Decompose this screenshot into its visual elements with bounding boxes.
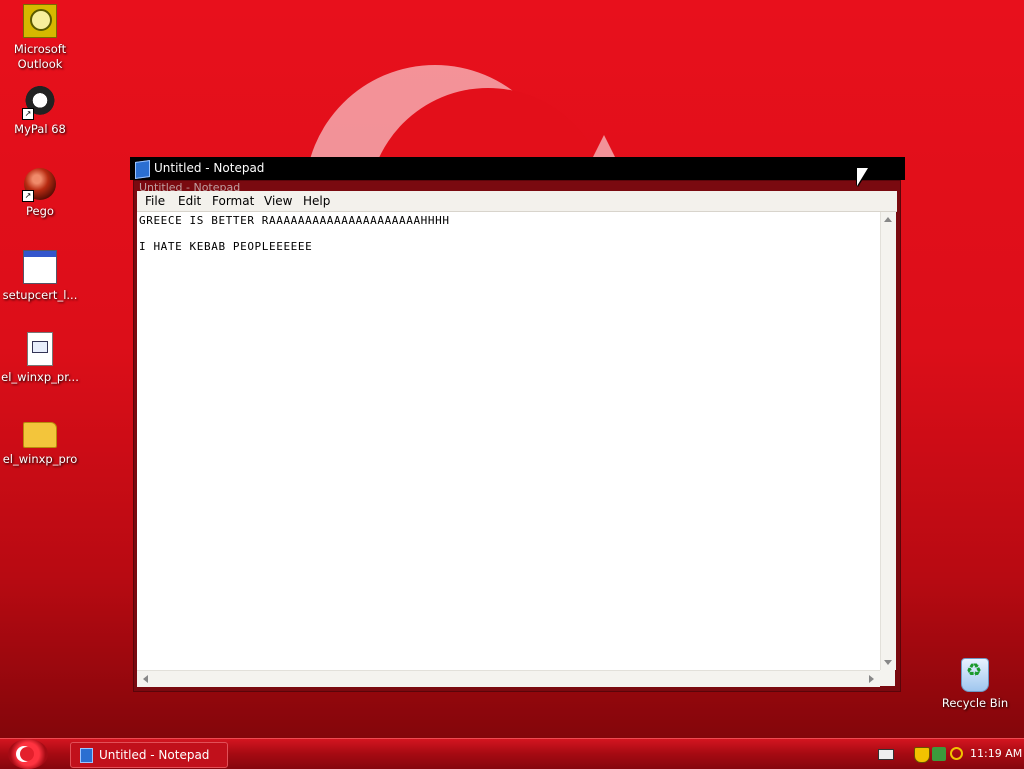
- desktop-icon-setupcert[interactable]: setupcert_l...: [0, 250, 80, 303]
- desktop-icon-pego[interactable]: ↗ Pego: [0, 168, 80, 219]
- notepad-icon: [80, 748, 93, 763]
- desktop-icon-label: Recycle Bin: [941, 696, 1009, 710]
- window-frame: Untitled - Notepad File Edit Format View…: [133, 180, 901, 692]
- document-icon: [27, 332, 53, 366]
- desktop-icon-winxp-doc[interactable]: el_winxp_pr...: [0, 332, 80, 385]
- desktop-icon-winxp-folder[interactable]: el_winxp_pro: [0, 414, 80, 467]
- editor-line: I HATE KEBAB PEOPLEEEEEE: [139, 240, 313, 253]
- crescent-icon: [16, 746, 34, 762]
- horizontal-scrollbar[interactable]: [137, 670, 880, 687]
- clock[interactable]: 11:19 AM: [970, 747, 1022, 760]
- editor-line: GREECE IS BETTER RAAAAAAAAAAAAAAAAAAAAAH…: [139, 214, 450, 227]
- window-titlebar[interactable]: Untitled - Notepad: [130, 157, 905, 180]
- pego-icon: ↗: [22, 168, 56, 202]
- menu-help[interactable]: Help: [299, 193, 334, 209]
- menu-format[interactable]: Format: [208, 193, 258, 209]
- taskbar-button-notepad[interactable]: Untitled - Notepad: [70, 742, 228, 768]
- mouse-cursor-icon: [857, 168, 868, 186]
- menu-file[interactable]: File: [141, 193, 169, 209]
- size-grip[interactable]: [880, 670, 895, 686]
- shortcut-arrow-icon: ↗: [22, 190, 34, 202]
- search-icon[interactable]: [950, 747, 963, 760]
- vertical-scrollbar[interactable]: [880, 212, 896, 670]
- desktop-icon-label: Microsoft Outlook: [13, 42, 67, 71]
- scroll-left-icon[interactable]: [143, 675, 148, 683]
- desktop-icon-recycle-bin[interactable]: Recycle Bin: [935, 658, 1015, 711]
- security-shield-icon[interactable]: [914, 747, 930, 763]
- keyboard-icon[interactable]: [878, 749, 894, 760]
- network-icon[interactable]: [932, 747, 946, 761]
- start-button[interactable]: [8, 739, 48, 769]
- desktop-icon-mypal[interactable]: ↗ MyPal 68: [0, 86, 80, 137]
- wallpaper-star: [592, 135, 616, 159]
- desktop-icon-label: setupcert_l...: [2, 288, 78, 302]
- desktop-icon-label: el_winxp_pr...: [1, 370, 79, 384]
- folder-icon: [23, 422, 57, 448]
- desktop-icon-outlook[interactable]: Microsoft Outlook: [0, 4, 80, 72]
- scroll-down-icon[interactable]: [884, 660, 892, 665]
- text-editor[interactable]: GREECE IS BETTER RAAAAAAAAAAAAAAAAAAAAAH…: [137, 212, 880, 670]
- shortcut-arrow-icon: ↗: [22, 108, 34, 120]
- desktop-icon-label: MyPal 68: [14, 122, 66, 136]
- ghost-title: Untitled - Notepad: [139, 181, 241, 191]
- menu-view[interactable]: View: [260, 193, 296, 209]
- scroll-up-icon[interactable]: [884, 217, 892, 222]
- system-tray: 11:19 AM: [868, 739, 1024, 769]
- outlook-icon: [23, 4, 57, 38]
- setup-exe-icon: [23, 250, 57, 284]
- mypal-icon: ↗: [22, 86, 56, 120]
- taskbar-button-label: Untitled - Notepad: [99, 748, 210, 762]
- scroll-right-icon[interactable]: [869, 675, 874, 683]
- window-title: Untitled - Notepad: [154, 161, 265, 175]
- recycle-bin-icon: [961, 658, 989, 692]
- menu-bar: File Edit Format View Help: [137, 191, 897, 212]
- desktop-icon-label: el_winxp_pro: [2, 452, 78, 466]
- notepad-icon: [135, 159, 150, 180]
- taskbar: Untitled - Notepad 11:19 AM: [0, 738, 1024, 769]
- notepad-window: Untitled - Notepad Untitled - Notepad Fi…: [130, 157, 905, 692]
- desktop-icon-label: Pego: [26, 204, 54, 218]
- menu-edit[interactable]: Edit: [174, 193, 205, 209]
